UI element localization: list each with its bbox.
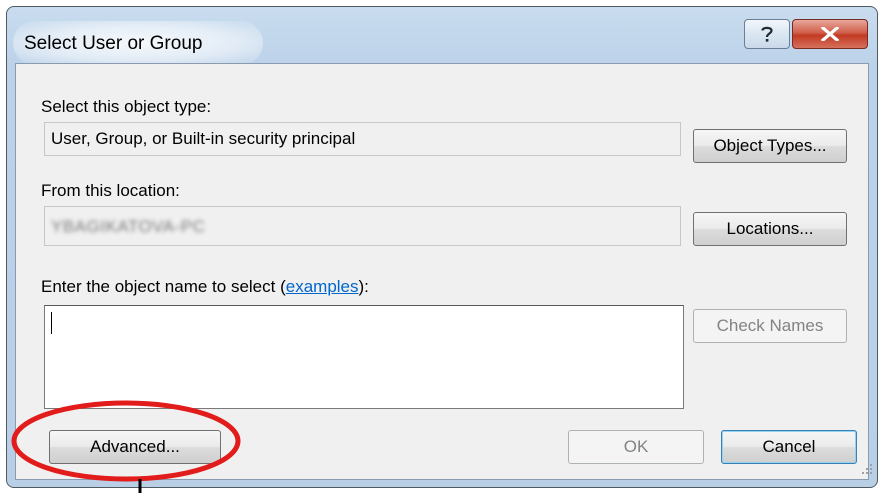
cancel-button[interactable]: Cancel [721,430,857,464]
location-label: From this location: [41,181,180,200]
close-x-icon [821,27,839,41]
window-title: Select User or Group [24,33,203,54]
object-type-label: Select this object type: [41,97,212,116]
select-user-or-group-dialog: Select User or Group Select this object … [6,6,878,488]
resize-grip-icon[interactable] [856,460,876,480]
object-types-button[interactable]: Object Types... [693,129,847,163]
object-type-field: User, Group, or Built-in security princi… [44,122,681,156]
title-bar[interactable]: Select User or Group [7,7,877,71]
dialog-body: Select this object type: User, Group, or… [15,63,869,480]
advanced-button[interactable]: Advanced... [49,430,221,464]
locations-button[interactable]: Locations... [693,212,847,246]
location-value: YBAGIKATOVA-PC [51,217,206,236]
object-name-label: Enter the object name to select (example… [41,277,369,297]
help-question-icon [761,26,773,42]
close-button[interactable] [792,19,868,49]
object-name-label-suffix: ): [358,277,369,296]
object-name-label-prefix: Enter the object name to select ( [41,277,286,296]
object-name-input[interactable] [44,305,684,409]
help-button[interactable] [744,19,790,49]
location-field: YBAGIKATOVA-PC [44,206,681,246]
check-names-button[interactable]: Check Names [693,309,847,343]
ok-button[interactable]: OK [568,430,704,464]
text-caret [51,312,52,334]
examples-link[interactable]: examples [286,277,359,296]
